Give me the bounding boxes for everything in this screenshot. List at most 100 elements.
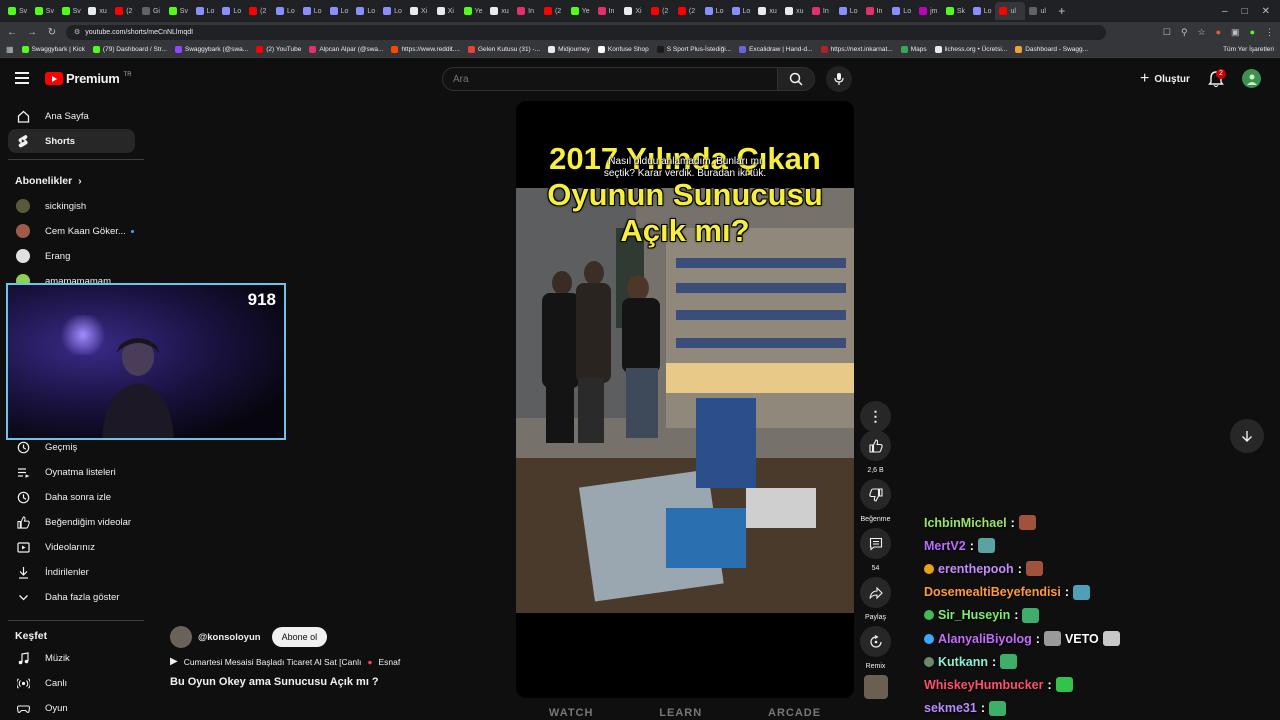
extension-icon[interactable]: ● bbox=[1216, 27, 1221, 38]
remix-button[interactable] bbox=[860, 626, 891, 657]
chat-username[interactable]: DosemealtiBeyefendisi bbox=[924, 585, 1061, 599]
like-button[interactable] bbox=[860, 430, 891, 461]
next-short-button[interactable] bbox=[1230, 419, 1264, 453]
browser-tab[interactable]: Lo bbox=[888, 2, 915, 20]
browser-tab[interactable]: (2 bbox=[540, 2, 567, 20]
site-info-icon[interactable]: ⚙ bbox=[74, 28, 80, 36]
sidebar-subscription-item[interactable]: Erang bbox=[8, 244, 135, 268]
browser-tab[interactable]: (2 bbox=[647, 2, 674, 20]
chat-username[interactable]: WhiskeyHumbucker bbox=[924, 678, 1043, 692]
browser-tab[interactable]: xu bbox=[781, 2, 808, 20]
bookmark-item[interactable]: https://next.inkarnat... bbox=[820, 46, 893, 53]
browser-tab[interactable]: Ye bbox=[460, 2, 487, 20]
menu-icon[interactable] bbox=[15, 72, 29, 84]
search-button[interactable] bbox=[777, 67, 815, 91]
sidebar-item-playlists[interactable]: Oynatma listeleri bbox=[8, 460, 135, 484]
menu-dots-icon[interactable]: ⋮ bbox=[1265, 27, 1274, 38]
apps-grid-icon[interactable]: ▦ bbox=[6, 45, 14, 54]
browser-tab[interactable]: Sv bbox=[31, 2, 58, 20]
chat-username[interactable]: MertV2 bbox=[924, 539, 966, 553]
minimize-icon[interactable]: – bbox=[1222, 6, 1228, 17]
browser-tab[interactable]: Lo bbox=[969, 2, 996, 20]
live-stream-link[interactable]: ▶ Cumartesi Mesaisi Başladı Ticaret Al S… bbox=[170, 656, 400, 667]
all-bookmarks-button[interactable]: Tüm Yer İşaretleri bbox=[1223, 46, 1280, 53]
browser-tab[interactable]: Lo bbox=[728, 2, 755, 20]
sidebar-item-gaming[interactable]: Oyun bbox=[8, 696, 135, 720]
bookmark-star-icon[interactable]: ☆ bbox=[1198, 27, 1206, 38]
audio-source-thumbnail[interactable] bbox=[864, 675, 888, 699]
dislike-button[interactable] bbox=[860, 479, 891, 510]
sidebar-item-show-more[interactable]: Daha fazla göster bbox=[8, 585, 135, 609]
maximize-icon[interactable]: □ bbox=[1242, 6, 1248, 17]
sidebar-item-shorts[interactable]: Shorts bbox=[8, 129, 135, 153]
short-caption[interactable]: Bu Oyun Okey ama Sunucusu Açık mı ? bbox=[170, 676, 400, 688]
browser-tab[interactable]: Lo bbox=[701, 2, 728, 20]
account-avatar[interactable] bbox=[1242, 69, 1261, 88]
sidebar-item-home[interactable]: Ana Sayfa bbox=[8, 104, 135, 128]
browser-tab[interactable]: Xi bbox=[406, 2, 433, 20]
browser-tab[interactable]: In bbox=[808, 2, 835, 20]
browser-tab[interactable]: Sv bbox=[58, 2, 85, 20]
sidebar-item-your-videos[interactable]: Videolarınız bbox=[8, 535, 135, 559]
browser-tab[interactable]: (2 bbox=[245, 2, 272, 20]
browser-tab[interactable]: xu bbox=[486, 2, 513, 20]
browser-tab[interactable]: Sv bbox=[4, 2, 31, 20]
channel-avatar[interactable] bbox=[170, 626, 192, 648]
browser-tab[interactable]: ul bbox=[1025, 2, 1052, 20]
browser-tab[interactable]: (2 bbox=[674, 2, 701, 20]
browser-tab[interactable]: In bbox=[513, 2, 540, 20]
browser-tab[interactable]: ul bbox=[995, 2, 1026, 20]
bookmark-item[interactable]: Midjourney bbox=[548, 46, 590, 53]
sidebar-subscription-item[interactable]: Cem Kaan Göker... bbox=[8, 219, 135, 243]
youtube-premium-logo[interactable]: Premium TR bbox=[45, 71, 132, 86]
sidebar-subscription-item[interactable]: sickingish bbox=[8, 194, 135, 218]
bookmark-item[interactable]: Gelen Kutusu (31) -... bbox=[467, 46, 540, 53]
chat-username[interactable]: Kutkann bbox=[938, 655, 988, 669]
bookmark-item[interactable]: Maps bbox=[900, 46, 927, 53]
bookmark-item[interactable]: S Sport Plus-İstediği... bbox=[656, 46, 731, 53]
comments-button[interactable] bbox=[860, 528, 891, 559]
chat-username[interactable]: erenthepooh bbox=[938, 562, 1014, 576]
browser-tab[interactable]: (2 bbox=[111, 2, 138, 20]
browser-tab[interactable]: Lo bbox=[835, 2, 862, 20]
extensions-puzzle-icon[interactable]: ▣ bbox=[1231, 27, 1240, 38]
search-input[interactable] bbox=[443, 68, 777, 90]
more-options-button[interactable]: ⋮ bbox=[860, 401, 891, 432]
browser-tab[interactable]: jm bbox=[915, 2, 942, 20]
browser-tab[interactable]: Xi bbox=[620, 2, 647, 20]
browser-tab[interactable]: In bbox=[594, 2, 621, 20]
browser-tab[interactable]: Ye bbox=[567, 2, 594, 20]
zoom-icon[interactable]: ⚲ bbox=[1181, 27, 1188, 38]
browser-tab[interactable]: Sk bbox=[942, 2, 969, 20]
bookmark-item[interactable]: Alpcan Alpar (@swa... bbox=[309, 46, 383, 53]
chat-username[interactable]: AlanyaliBiyolog bbox=[938, 632, 1032, 646]
chat-username[interactable]: sekme31 bbox=[924, 701, 977, 715]
browser-tab[interactable]: Lo bbox=[192, 2, 219, 20]
browser-tab[interactable]: Xi bbox=[433, 2, 460, 20]
browser-tab[interactable]: Sv bbox=[165, 2, 192, 20]
browser-tab[interactable]: Lo bbox=[299, 2, 326, 20]
bookmark-item[interactable]: Excalidraw | Hand-d... bbox=[739, 46, 813, 53]
reload-icon[interactable]: ↻ bbox=[46, 27, 58, 38]
subscribe-button[interactable]: Abone ol bbox=[271, 627, 328, 647]
sidebar-item-live[interactable]: Canlı bbox=[8, 671, 135, 695]
url-field[interactable]: ⚙ youtube.com/shorts/meCnNLlmqdI bbox=[66, 24, 1106, 40]
bookmark-item[interactable]: Konfuse Shop bbox=[597, 46, 649, 53]
profile-icon[interactable]: ● bbox=[1250, 27, 1255, 38]
bookmark-item[interactable]: Swaggybark (@swa... bbox=[174, 46, 248, 53]
browser-tab[interactable]: Gi bbox=[138, 2, 165, 20]
browser-tab[interactable]: xu bbox=[84, 2, 111, 20]
bookmark-item[interactable]: (2) YouTube bbox=[256, 46, 301, 53]
bookmark-item[interactable]: Swaggybark | Kick bbox=[21, 46, 85, 53]
browser-tab[interactable]: Lo bbox=[352, 2, 379, 20]
chat-username[interactable]: IchbinMichael bbox=[924, 516, 1007, 530]
create-button[interactable]: + Oluştur bbox=[1140, 70, 1190, 88]
browser-tab[interactable]: In bbox=[862, 2, 889, 20]
channel-name[interactable]: @konsoloyun bbox=[198, 632, 261, 643]
sidebar-item-liked-videos[interactable]: Beğendiğim videolar bbox=[8, 510, 135, 534]
share-button[interactable] bbox=[860, 577, 891, 608]
browser-tab[interactable]: Lo bbox=[218, 2, 245, 20]
subscriptions-heading[interactable]: Abonelikler › bbox=[15, 175, 82, 187]
bookmark-item[interactable]: (79) Dashboard / Str... bbox=[92, 46, 167, 53]
browser-tab[interactable]: Lo bbox=[326, 2, 353, 20]
